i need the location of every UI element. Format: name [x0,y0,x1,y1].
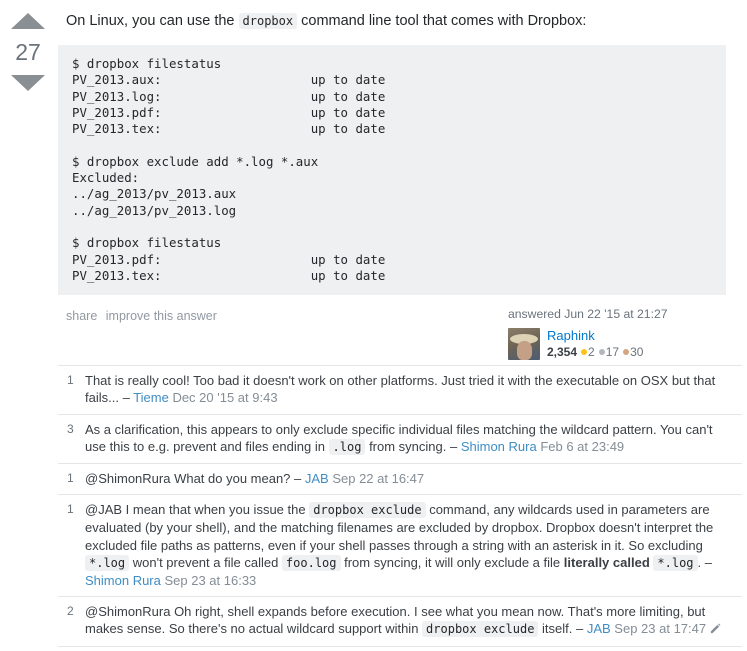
post-menu: share improve this answer [66,309,222,323]
comment-text: @ShimonRura What do you mean? – JAB Sep … [85,470,742,487]
comment-user-link[interactable]: JAB [587,621,611,636]
inline-code-dropbox: dropbox [238,13,298,29]
vote-column: 27 [0,10,56,91]
reputation-score: 2,354 [547,345,578,360]
comment-text: As a clarification, this appears to only… [85,421,742,456]
post-body: On Linux, you can use the dropbox comman… [58,0,726,296]
comment-inline-code: dropbox exclude [422,621,539,638]
answer-signature: answered Jun 22 '15 at 21:27 Raphink 2,3… [508,307,708,361]
comment-body-text: won't prevent a file called [129,554,282,570]
intro-text-before: On Linux, you can use the [66,13,235,29]
comment-score: 1 [67,373,74,388]
share-link[interactable]: share [66,309,97,323]
comment-text: @JAB I mean that when you issue the drop… [85,501,742,589]
comment-body-text: @JAB I mean that when you issue the [85,502,310,518]
comments-list: 1 That is really cool! Too bad it doesn't… [58,365,742,647]
comment-dash: – [122,390,134,406]
comment-dash: – [576,621,587,637]
comment-row: 1 That is really cool! Too bad it doesn't… [58,366,742,415]
comment-user-link[interactable]: Tieme [133,390,169,405]
intro-paragraph: On Linux, you can use the dropbox comman… [66,12,726,31]
comment-body-text: . [697,554,705,570]
comment-score: 1 [67,502,74,517]
silver-badge-count: 17 [605,345,620,360]
user-card[interactable]: Raphink 2,354 2 17 30 [508,328,708,361]
comment-row: 2 @ShimonRura Oh right, shell expands bef… [58,597,742,647]
terminal-code-block: $ dropbox filestatus PV_2013.aux: up to … [58,45,726,296]
comment-inline-code: .log [328,438,366,455]
comment-body-text: itself. [538,621,576,637]
comment-dash: – [294,470,305,486]
comment-dash: – [704,554,712,570]
gold-badge: 2 [581,344,595,360]
comment-user-link[interactable]: Shimon Rura [85,573,161,588]
silver-badge: 17 [598,344,620,360]
comment-timestamp: Dec 20 '15 at 9:43 [168,390,278,406]
comment-timestamp: Sep 22 at 16:47 [328,470,425,486]
answer-post: 27 On Linux, you can use the dropbox com… [0,0,747,647]
vote-count: 27 [15,39,41,65]
comment-row: 3 As a clarification, this appears to onl… [58,415,742,464]
reputation-row: 2,354 2 17 30 [547,344,643,360]
avatar[interactable] [508,328,540,361]
arrow-up-icon[interactable] [11,13,45,29]
comment-body-text: from syncing. [365,438,450,454]
comment-score: 3 [67,421,74,436]
intro-text-after: command line tool that comes with Dropbo… [301,13,587,29]
comment-row: 1 @ShimonRura What do you mean? – JAB Sep… [58,464,742,496]
comment-timestamp: Feb 6 at 23:49 [536,438,625,454]
comment-row: 1 @JAB I mean that when you issue the dro… [58,495,742,598]
comment-inline-code: *.log [653,554,698,571]
user-link[interactable]: Raphink [547,328,643,344]
edit-pencil-icon[interactable] [710,621,721,634]
comment-user-link[interactable]: Shimon Rura [461,439,537,454]
gold-badge-count: 2 [588,345,595,360]
silver-badge-icon [598,349,605,356]
comment-text: That is really cool! Too bad it doesn't … [85,372,742,406]
comment-score: 2 [67,604,74,619]
bronze-badge-count: 30 [630,345,644,360]
comment-inline-code: foo.log [281,554,341,571]
bronze-badge: 30 [623,344,643,360]
comment-inline-code: dropbox exclude [309,502,426,519]
bronze-badge-icon [623,349,630,356]
user-details: Raphink 2,354 2 17 30 [547,328,643,360]
comment-text: @ShimonRura Oh right, shell expands befo… [85,603,742,638]
comment-body-text: @ShimonRura What do you mean? [85,470,295,486]
gold-badge-icon [581,349,588,356]
comment-user-link[interactable]: JAB [305,471,329,486]
comment-timestamp: Sep 23 at 17:47 [610,621,707,637]
comment-timestamp: Sep 23 at 16:33 [160,572,257,588]
comment-body-text: from syncing, it will only exclude a fil… [340,554,564,570]
improve-answer-link[interactable]: improve this answer [106,309,217,323]
comment-dash: – [449,438,461,454]
answered-timestamp: answered Jun 22 '15 at 21:27 [508,307,668,322]
answer-footer: share improve this answer answered Jun 2… [58,295,726,365]
comment-bold-text: literally called [563,554,650,570]
comment-inline-code: *.log [85,554,130,571]
comment-score: 1 [67,470,74,485]
arrow-down-icon[interactable] [11,75,45,91]
